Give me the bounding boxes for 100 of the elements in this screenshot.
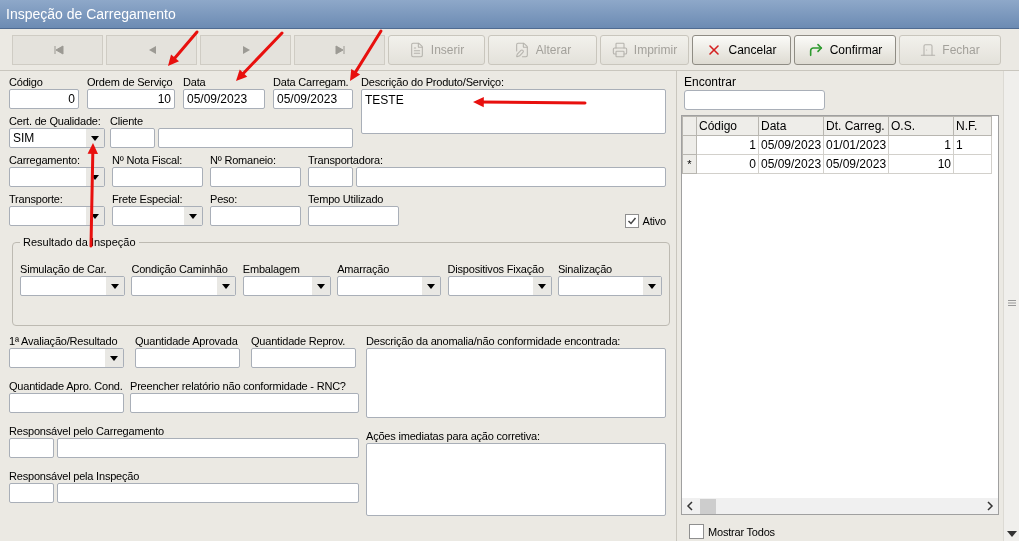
down-arrow-icon bbox=[1006, 531, 1017, 537]
caret-icon bbox=[105, 349, 123, 367]
field-label: Embalagem bbox=[242, 262, 301, 276]
table-cell: 05/09/2023 bbox=[758, 135, 824, 155]
text-area[interactable]: TESTE bbox=[361, 89, 666, 134]
table-cell: 05/09/2023 bbox=[823, 154, 889, 174]
input-field[interactable] bbox=[251, 348, 356, 368]
name-field[interactable] bbox=[158, 128, 353, 148]
field-label: Frete Especial: bbox=[112, 192, 184, 206]
column-header[interactable]: Código bbox=[696, 116, 759, 136]
door-icon bbox=[920, 41, 937, 58]
field-label: Data Carregam. bbox=[273, 75, 350, 89]
input-field[interactable]: 0 bbox=[9, 89, 79, 109]
input-field[interactable] bbox=[210, 206, 301, 226]
field-label: Responsável pelo Carregamento bbox=[9, 424, 166, 438]
input-field[interactable] bbox=[210, 167, 301, 187]
field-label: Transportadora: bbox=[308, 153, 384, 167]
field-label: Quantidade Aprovada bbox=[135, 334, 239, 348]
field-label: Amarração bbox=[337, 262, 391, 276]
name-field[interactable] bbox=[356, 167, 666, 187]
input-field[interactable] bbox=[135, 348, 240, 368]
table-cell: 10 bbox=[888, 154, 954, 174]
caret-icon bbox=[86, 129, 104, 147]
field-label: Nº Nota Fiscal: bbox=[112, 153, 184, 167]
field-label: Quantidade Apro. Cond. bbox=[9, 379, 124, 393]
field-label: Transporte: bbox=[9, 192, 64, 206]
column-header[interactable]: O.S. bbox=[888, 116, 954, 136]
horizontal-scrollbar[interactable] bbox=[682, 498, 998, 514]
search-field[interactable] bbox=[684, 90, 825, 110]
caret-icon bbox=[106, 277, 124, 295]
dropdown[interactable] bbox=[337, 276, 442, 296]
name-field[interactable] bbox=[57, 438, 359, 458]
dropdown[interactable] bbox=[557, 276, 662, 296]
caret-icon bbox=[642, 277, 661, 295]
code-field[interactable] bbox=[9, 483, 54, 503]
field-label: Ordem de Serviço bbox=[87, 75, 174, 89]
caret-icon bbox=[422, 277, 441, 295]
vertical-scrollbar[interactable] bbox=[1003, 71, 1019, 541]
table-cell: 1 bbox=[953, 135, 992, 155]
text-area[interactable] bbox=[366, 443, 666, 516]
row-indicator bbox=[682, 116, 697, 136]
caret-icon bbox=[217, 277, 236, 295]
code-field[interactable] bbox=[308, 167, 353, 187]
dropdown[interactable] bbox=[9, 206, 105, 226]
window-title: Inspeção de Carregamento bbox=[6, 6, 176, 22]
field-label: Nº Romaneio: bbox=[210, 153, 277, 167]
pencil-document-icon bbox=[513, 41, 530, 58]
dropdown[interactable] bbox=[242, 276, 331, 296]
field-label: Quantidade Reprov. bbox=[251, 334, 347, 348]
grip-icon bbox=[1007, 299, 1016, 307]
input-field[interactable] bbox=[9, 393, 124, 413]
field-label: Condição Caminhão bbox=[131, 262, 229, 276]
printer-icon bbox=[611, 41, 628, 58]
field-label: Peso: bbox=[210, 192, 239, 206]
dropdown[interactable] bbox=[447, 276, 552, 296]
dropdown[interactable] bbox=[20, 276, 125, 296]
field-label: Encontrar bbox=[684, 75, 738, 89]
field-label: Código bbox=[9, 75, 44, 89]
document-icon bbox=[408, 41, 425, 58]
input-field[interactable] bbox=[308, 206, 399, 226]
input-field[interactable]: 05/09/2023 bbox=[183, 89, 265, 109]
group-title: Resultado da Inspeção bbox=[22, 236, 137, 248]
code-field[interactable] bbox=[110, 128, 155, 148]
field-label: Tempo Utilizado bbox=[308, 192, 385, 206]
cancel-button[interactable]: Cancelar bbox=[692, 34, 791, 65]
input-field[interactable] bbox=[130, 393, 359, 413]
field-label: Simulação de Car. bbox=[20, 262, 108, 276]
field-label: Dispositivos Fixação bbox=[447, 262, 545, 276]
column-header[interactable]: Data bbox=[758, 116, 824, 136]
column-header[interactable]: N.F. bbox=[953, 116, 992, 136]
checkbox-label: Ativo bbox=[642, 214, 666, 228]
field-label: Carregamento: bbox=[9, 153, 81, 167]
field-label: Ações imediatas para ação corretiva: bbox=[366, 429, 541, 443]
dropdown[interactable] bbox=[112, 206, 203, 226]
scroll-thumb[interactable] bbox=[700, 498, 716, 514]
dropdown[interactable] bbox=[9, 348, 124, 368]
dropdown[interactable] bbox=[9, 167, 105, 187]
field-label: Data bbox=[183, 75, 207, 89]
confirm-button[interactable]: Confirmar bbox=[794, 34, 896, 65]
table-cell: 0 bbox=[696, 154, 759, 174]
forward-arrow-icon bbox=[807, 41, 824, 58]
input-field[interactable]: 05/09/2023 bbox=[273, 89, 353, 109]
code-field[interactable] bbox=[9, 438, 54, 458]
input-field[interactable]: 10 bbox=[87, 89, 175, 109]
checkbox[interactable] bbox=[624, 214, 639, 228]
field-label: Responsável pela Inspeção bbox=[9, 469, 141, 483]
column-header[interactable]: Dt. Carreg. bbox=[823, 116, 889, 136]
dropdown[interactable] bbox=[131, 276, 237, 296]
field-label: Descrição da anomalia/não conformidade encontrada: bbox=[366, 334, 622, 348]
table-cell: 1 bbox=[696, 135, 759, 155]
checkbox-label: Mostrar Todos bbox=[708, 524, 775, 539]
annotation-arrow bbox=[168, 30, 199, 66]
checkbox[interactable] bbox=[689, 524, 704, 539]
caret-icon bbox=[532, 277, 551, 295]
input-field[interactable] bbox=[112, 167, 203, 187]
name-field[interactable] bbox=[57, 483, 359, 503]
dropdown[interactable]: SIM bbox=[9, 128, 105, 148]
text-area[interactable] bbox=[366, 348, 666, 418]
field-label: Cliente bbox=[110, 114, 144, 128]
field-label: Cert. de Qualidade: bbox=[9, 114, 102, 128]
